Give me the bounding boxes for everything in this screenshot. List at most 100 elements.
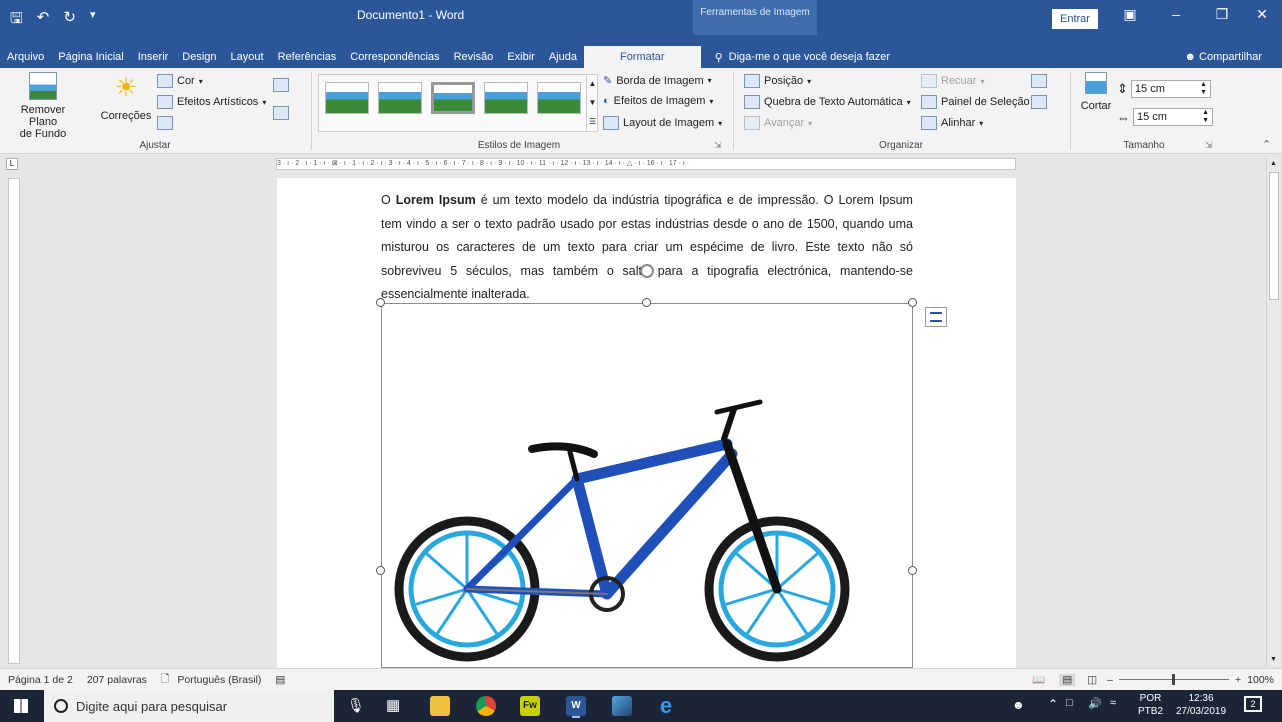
horizontal-ruler[interactable]: 3 · ı · 2 · ı · 1 · ı · ⊠ · ı · 1 · ı · … xyxy=(276,158,1016,170)
zoom-out-icon[interactable]: – xyxy=(1107,674,1113,686)
gallery-scroll-icon[interactable]: ▲ ▼ ☰ xyxy=(586,74,598,132)
taskbar-search-box[interactable]: Digite aqui para pesquisar xyxy=(44,690,334,722)
read-mode-icon[interactable]: 📖 xyxy=(1032,673,1045,686)
height-input[interactable]: 15 cm ▲ ▼ xyxy=(1130,80,1211,98)
selected-picture[interactable]: GTSM1 xyxy=(381,303,913,668)
tell-me-box[interactable]: ⚲ Diga-me o que você deseja fazer xyxy=(715,51,891,64)
bring-forward-button[interactable]: Avançar ▾ xyxy=(744,116,812,130)
tab-ajuda[interactable]: Ajuda xyxy=(542,46,584,68)
picture-style-4[interactable] xyxy=(484,82,528,114)
fireworks-icon[interactable]: Fw xyxy=(520,696,540,716)
corrections-button[interactable]: ☀ Correções xyxy=(100,72,152,122)
web-layout-icon[interactable]: ◫ xyxy=(1087,674,1097,686)
spinner-icon[interactable]: ▲ ▼ xyxy=(1202,109,1209,125)
send-backward-button[interactable]: Recuar ▾ xyxy=(921,74,984,88)
minimize-icon[interactable]: – xyxy=(1164,6,1188,22)
tab-design[interactable]: Design xyxy=(175,46,223,68)
picture-effects-button[interactable]: ◐ Efeitos de Imagem ▾ xyxy=(603,95,713,107)
document-paragraph[interactable]: O Lorem Ipsum é um texto modelo da indús… xyxy=(381,189,913,307)
artistic-effects-button[interactable]: Efeitos Artísticos ▾ xyxy=(157,95,266,109)
tab-layout[interactable]: Layout xyxy=(224,46,271,68)
change-picture-button[interactable] xyxy=(273,106,289,120)
page-count[interactable]: Página 1 de 2 xyxy=(8,674,73,686)
crop-button[interactable]: Cortar xyxy=(1078,72,1114,112)
resize-handle-left[interactable] xyxy=(376,566,385,575)
vertical-scrollbar[interactable]: ▲ ▼ xyxy=(1266,158,1280,666)
remove-background-button[interactable]: Remover Plano de Fundo xyxy=(8,72,78,140)
align-button[interactable]: Alinhar ▾ xyxy=(921,116,983,130)
color-button[interactable]: Cor ▾ xyxy=(157,74,203,88)
edge-icon[interactable]: e xyxy=(656,695,676,717)
proofing-icon[interactable]: 🗋 xyxy=(161,671,169,689)
rotate-button[interactable] xyxy=(1031,95,1047,109)
share-button[interactable]: ☻ Compartilhar xyxy=(1184,46,1262,68)
macro-icon[interactable]: ▤ xyxy=(275,674,285,686)
collapse-ribbon-icon[interactable]: ⌃ xyxy=(1262,138,1271,151)
signin-button[interactable]: Entrar xyxy=(1052,9,1098,29)
rotate-handle[interactable] xyxy=(640,264,654,278)
action-center-icon[interactable]: 2 xyxy=(1244,696,1262,712)
spinner-icon[interactable]: ▲ ▼ xyxy=(1200,81,1207,97)
file-explorer-icon[interactable] xyxy=(430,696,450,716)
undo-icon[interactable]: ↶ xyxy=(37,8,50,33)
tab-referencias[interactable]: Referências xyxy=(271,46,344,68)
microphone-icon[interactable]: 🎙 xyxy=(347,697,365,714)
wifi-icon[interactable]: ≈ xyxy=(1110,697,1116,709)
compress-pictures-button[interactable] xyxy=(273,78,289,92)
scroll-down-icon[interactable]: ▼ xyxy=(1267,654,1280,666)
customize-qat-icon[interactable]: ▾ xyxy=(90,8,96,33)
network-icon[interactable]: □ xyxy=(1066,697,1073,709)
position-button[interactable]: Posição ▾ xyxy=(744,74,811,88)
tab-revisao[interactable]: Revisão xyxy=(447,46,501,68)
picture-style-1[interactable] xyxy=(325,82,369,114)
app-taskbar-icon[interactable] xyxy=(612,696,632,716)
selection-pane-button[interactable]: Painel de Seleção xyxy=(921,95,1030,109)
resize-handle-top[interactable] xyxy=(642,298,651,307)
tab-exibir[interactable]: Exibir xyxy=(500,46,542,68)
picture-style-5[interactable] xyxy=(537,82,581,114)
zoom-level[interactable]: 100% xyxy=(1247,674,1274,686)
save-icon[interactable]: 🖫 xyxy=(10,8,23,33)
picture-style-2[interactable] xyxy=(378,82,422,114)
task-view-icon[interactable]: ▦ xyxy=(386,696,400,714)
restore-icon[interactable]: ❐ xyxy=(1210,6,1234,23)
resize-handle-right[interactable] xyxy=(908,566,917,575)
chrome-icon[interactable] xyxy=(476,696,496,716)
picture-layout-button[interactable]: Layout de Imagem ▾ xyxy=(603,116,722,130)
tab-correspondencias[interactable]: Correspondências xyxy=(343,46,446,68)
dialog-launcher-icon[interactable]: ⇲ xyxy=(1205,140,1213,151)
tab-pagina-inicial[interactable]: Página Inicial xyxy=(51,46,130,68)
windows-start-icon[interactable] xyxy=(14,699,28,713)
scroll-up-icon[interactable]: ▲ xyxy=(1267,158,1280,170)
ribbon-display-icon[interactable]: ▣ xyxy=(1118,6,1142,23)
clock[interactable]: 12:36 27/03/2019 xyxy=(1173,692,1229,718)
close-icon[interactable]: ✕ xyxy=(1250,6,1274,23)
picture-style-3[interactable] xyxy=(431,82,475,114)
language-status[interactable]: Português (Brasil) xyxy=(177,674,261,686)
zoom-slider[interactable] xyxy=(1119,674,1229,685)
scrollbar-thumb[interactable] xyxy=(1268,172,1279,300)
people-icon[interactable]: ☻ xyxy=(1012,698,1025,712)
word-taskbar-icon[interactable]: W xyxy=(566,696,586,716)
show-hidden-icons-icon[interactable]: ⌃ xyxy=(1048,697,1058,711)
zoom-slider-thumb[interactable] xyxy=(1172,674,1175,685)
resize-handle-top-right[interactable] xyxy=(908,298,917,307)
tab-arquivo[interactable]: Arquivo xyxy=(0,46,51,68)
volume-icon[interactable]: 🔊 xyxy=(1088,697,1102,710)
tab-inserir[interactable]: Inserir xyxy=(131,46,176,68)
resize-handle-top-left[interactable] xyxy=(376,298,385,307)
tab-formatar[interactable]: Formatar xyxy=(583,46,701,68)
transparency-button[interactable] xyxy=(157,116,173,130)
layout-options-button[interactable] xyxy=(925,307,947,327)
vertical-ruler[interactable] xyxy=(8,178,20,664)
tab-selector-icon[interactable]: L xyxy=(6,158,18,170)
wrap-text-button[interactable]: Quebra de Texto Automática ▾ xyxy=(744,95,911,109)
word-count[interactable]: 207 palavras xyxy=(87,674,147,686)
picture-border-button[interactable]: ✎ Borda de Imagem ▾ xyxy=(603,74,712,88)
print-layout-icon[interactable]: ▤ xyxy=(1059,673,1076,686)
zoom-in-icon[interactable]: + xyxy=(1235,674,1241,686)
language-indicator[interactable]: POR PTB2 xyxy=(1138,692,1163,718)
dialog-launcher-icon[interactable]: ⇲ xyxy=(714,140,722,151)
group-button[interactable] xyxy=(1031,74,1047,88)
width-input[interactable]: 15 cm ▲ ▼ xyxy=(1133,108,1213,126)
